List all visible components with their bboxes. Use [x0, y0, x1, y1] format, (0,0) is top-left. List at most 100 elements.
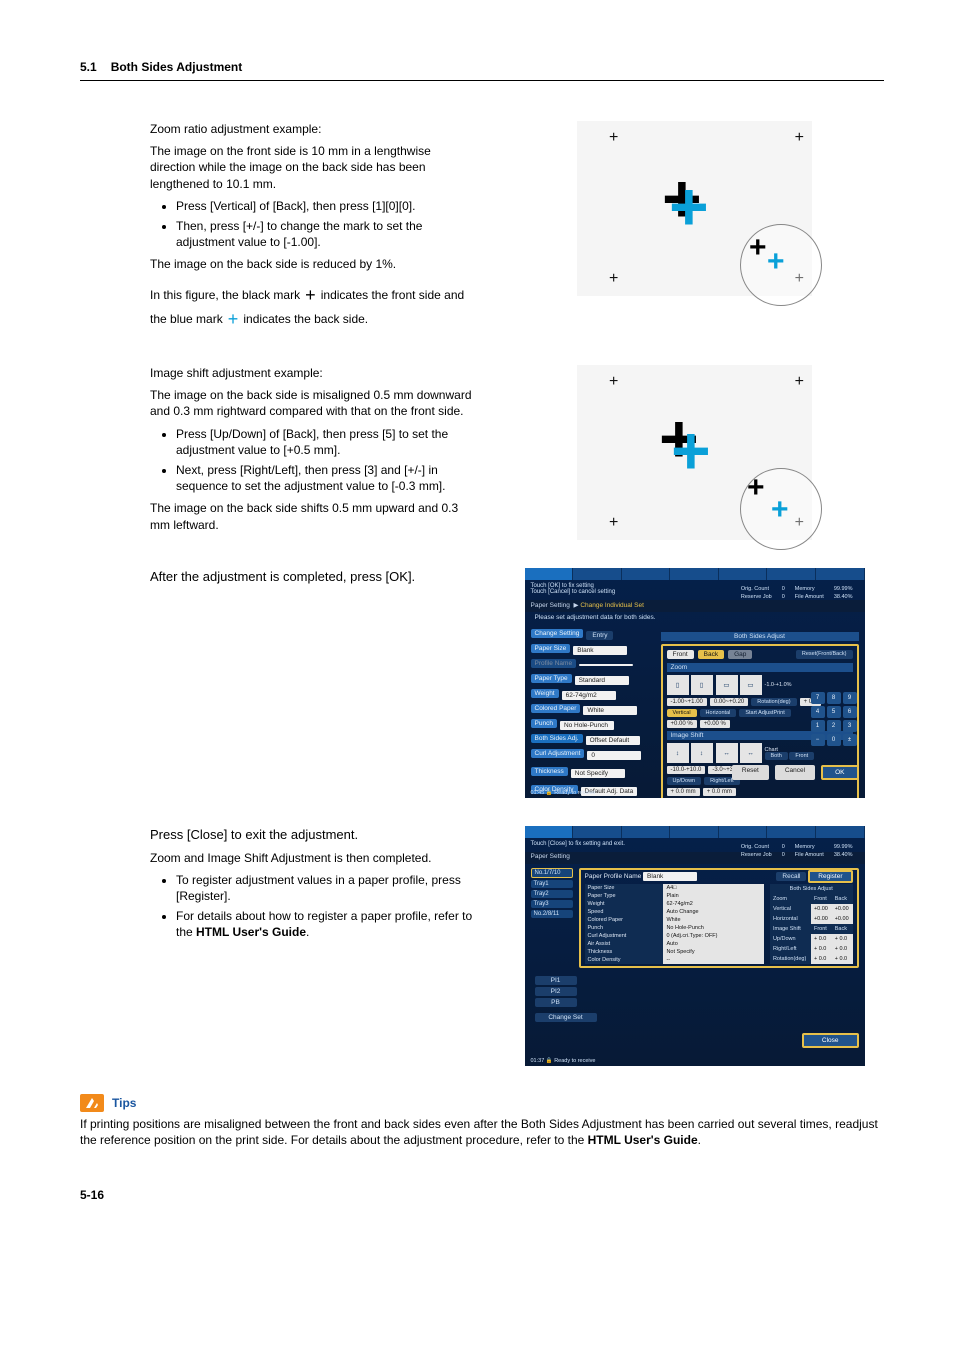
shift-p2: The image on the back side shifts 0.5 mm… — [150, 500, 475, 532]
profile-name-button: Profile Name — [531, 659, 577, 668]
page-number: 5-16 — [80, 1188, 884, 1202]
shift-bullet-2: Next, press [Right/Left], then press [3]… — [176, 462, 475, 494]
zoom-p1: The image on the front side is 10 mm in … — [150, 143, 475, 192]
plus-black-icon: + — [303, 283, 317, 307]
paper-setting-screen: Touch [Close] to fix setting and exit. O… — [525, 826, 865, 1066]
tray-item[interactable]: Tray1 — [531, 880, 573, 888]
status-text: Ready to receive — [554, 790, 595, 796]
shift-diagram: + + + + + + + + — [577, 365, 812, 540]
keypad-key[interactable]: − — [811, 734, 825, 746]
punch-button[interactable]: Punch — [531, 719, 557, 728]
paper-type-button[interactable]: Paper Type — [531, 674, 572, 683]
keypad-key[interactable]: 5 — [827, 706, 841, 718]
chart-both-button[interactable]: Both — [765, 752, 788, 760]
cancel-button[interactable]: Cancel — [775, 765, 815, 780]
keypad-key[interactable]: 9 — [843, 692, 857, 704]
thickness-button[interactable]: Thickness — [531, 767, 568, 776]
tray-item[interactable]: No.1/7/10 — [531, 868, 573, 878]
rotation-button[interactable]: Rotation(deg) — [751, 698, 796, 706]
close-heading: Press [Close] to exit the adjustment. — [150, 826, 475, 844]
both-sides-adjust-header: Both Sides Adjust — [661, 632, 859, 641]
reset-front-back-button[interactable]: Reset(Front/Back) — [796, 650, 853, 659]
status-grid: Orig. Count0Memory99.99% Reserve Job0Fil… — [735, 584, 859, 602]
shift-lr-icon: ↔ — [716, 743, 738, 763]
info-message: Touch [Close] to fix setting and exit. — [531, 841, 625, 847]
corner-mark-icon: + — [795, 129, 804, 147]
tab-back[interactable]: Back — [698, 650, 724, 659]
tab-gap[interactable]: Gap — [728, 650, 752, 659]
zoom-value: 0.00~+0.20 — [710, 698, 748, 706]
vertical-button[interactable]: Vertical — [667, 709, 697, 717]
curl-adjustment-button[interactable]: Curl Adjustment — [531, 749, 585, 758]
back-mark-icon: + — [669, 173, 709, 241]
top-tab-bar[interactable] — [525, 826, 865, 838]
change-setting-tab[interactable]: Change Setting — [531, 629, 584, 638]
shift-value: + 0.0 mm — [667, 788, 700, 796]
entry-tab[interactable]: Entry — [586, 631, 613, 640]
front-mark-icon: + — [747, 473, 765, 503]
front-mark-icon: + — [749, 233, 767, 263]
profile-panel: Paper Profile Name Blank Recall Register… — [579, 868, 859, 968]
reset-button[interactable]: Reset — [732, 765, 769, 780]
keypad-key[interactable]: ± — [843, 734, 857, 746]
updown-button[interactable]: Up/Down — [667, 777, 702, 785]
zoom-section-label: Zoom — [667, 663, 853, 672]
keypad-key[interactable]: 8 — [827, 692, 841, 704]
shift-bullet-1: Press [Up/Down] of [Back], then press [5… — [176, 426, 475, 458]
weight-button[interactable]: Weight — [531, 689, 559, 698]
html-users-guide-ref: HTML User's Guide — [196, 925, 306, 939]
zoom-horz-icon: ▭ — [716, 675, 738, 695]
shift-lr-icon: ↔ — [740, 743, 762, 763]
shift-value: + 0.0 mm — [703, 788, 736, 796]
tab-front[interactable]: Front — [667, 650, 694, 659]
tips-label: Tips — [112, 1096, 136, 1110]
start-adjust-print-button[interactable]: Start AdjustPrint — [739, 709, 790, 717]
zoom-vert-icon: ▯ — [667, 675, 689, 695]
breadcrumb: Paper Setting — [531, 853, 570, 860]
keypad-key[interactable]: 1 — [811, 720, 825, 732]
zoom-vert-icon: ▯ — [691, 675, 713, 695]
profile-name-value: Blank — [643, 872, 697, 881]
zoom-p2: The image on the back side is reduced by… — [150, 256, 475, 272]
shift-detail-circle: + + — [740, 468, 822, 550]
pi2-button[interactable]: PI2 — [535, 987, 577, 996]
tray-item[interactable]: No.2/8/11 — [531, 910, 573, 918]
paper-size-value: Blank — [573, 646, 627, 655]
keypad-key[interactable]: 6 — [843, 706, 857, 718]
ok-button[interactable]: OK — [821, 765, 858, 780]
paper-size-button[interactable]: Paper Size — [531, 644, 571, 653]
keypad-key[interactable]: 2 — [827, 720, 841, 732]
zoom-horz-icon: ▭ — [740, 675, 762, 695]
pi1-button[interactable]: PI1 — [535, 976, 577, 985]
clock-value: 01:37 — [531, 1058, 545, 1064]
recall-button[interactable]: Recall — [776, 872, 806, 881]
tray-item[interactable]: Tray3 — [531, 900, 573, 908]
colored-paper-button[interactable]: Colored Paper — [531, 704, 581, 713]
keypad-key[interactable]: 3 — [843, 720, 857, 732]
zoom-value: -1.00~+1.00 — [667, 698, 707, 706]
status-grid: Orig. Count0Memory99.99% Reserve Job0Fil… — [735, 842, 859, 860]
close-button[interactable]: Close — [802, 1033, 859, 1048]
pb-button[interactable]: PB — [535, 998, 577, 1007]
tray-item[interactable]: Tray2 — [531, 890, 573, 898]
shift-ud-icon: ↕ — [691, 743, 713, 763]
shift-range-value: -10.0-+10.0 — [667, 766, 706, 774]
chart-front-button[interactable]: Front — [789, 752, 814, 760]
top-tab-bar[interactable] — [525, 568, 865, 580]
keypad-key[interactable]: 7 — [811, 692, 825, 704]
register-button[interactable]: Register — [808, 870, 852, 883]
both-sides-adjust-screen: Touch [OK] to fix setting Touch [Cancel]… — [525, 568, 865, 798]
keypad-key[interactable]: 4 — [811, 706, 825, 718]
numeric-keypad[interactable]: 7 8 9 4 5 6 1 2 3 − 0 ± — [811, 692, 857, 746]
shift-p1: The image on the back side is misaligned… — [150, 387, 475, 419]
shift-heading: Image shift adjustment example: — [150, 365, 475, 381]
thickness-value: Not Specify — [571, 769, 625, 778]
change-set-button[interactable]: Change Set — [535, 1013, 597, 1022]
keypad-key[interactable]: 0 — [827, 734, 841, 746]
clock-value: 01:45 — [531, 790, 545, 796]
text-frag: . — [698, 1133, 701, 1147]
both-sides-adj-button[interactable]: Both Sides Adj. — [531, 734, 583, 743]
horizontal-button[interactable]: Horizontal — [700, 709, 737, 717]
back-mark-icon: + — [771, 495, 789, 525]
corner-mark-icon: + — [609, 270, 618, 288]
